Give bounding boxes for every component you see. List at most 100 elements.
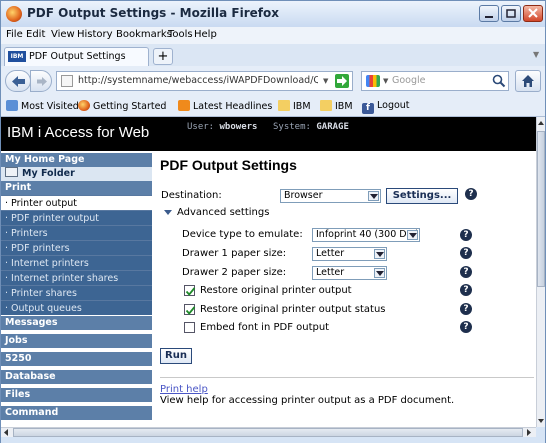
sidebar-command[interactable]: Command — [1, 406, 152, 420]
scroll-thumb[interactable] — [537, 131, 545, 287]
search-icon[interactable] — [492, 74, 506, 88]
system-label: System: — [273, 122, 311, 132]
help-icon[interactable]: ? — [465, 188, 477, 200]
close-button[interactable] — [523, 5, 543, 22]
forward-button[interactable] — [30, 70, 52, 92]
chevron-down-icon — [368, 191, 379, 201]
sidebar-jobs[interactable]: Jobs — [1, 334, 152, 348]
scroll-up-icon[interactable] — [537, 117, 545, 129]
sidebar-item-internet-printers[interactable]: · Internet printers — [1, 255, 152, 270]
brand-title: IBM i Access for Web — [7, 124, 150, 141]
forward-arrow-icon — [37, 77, 47, 86]
scroll-thumb[interactable] — [13, 428, 523, 437]
sidebar-label: Internet printers — [11, 258, 89, 269]
user-info: User: wbowers — [187, 122, 257, 132]
sidebar-item-pdf-printer-output[interactable]: · PDF printer output — [1, 210, 152, 225]
sidebar-label: PDF printer output — [11, 213, 100, 224]
bookmark-ibm-2[interactable]: IBM — [320, 100, 353, 112]
chevron-down-icon — [407, 230, 418, 240]
restore-output-checkbox[interactable] — [184, 285, 196, 296]
sidebar-item-pdf-printers[interactable]: · PDF printers — [1, 240, 152, 255]
go-button[interactable] — [335, 74, 349, 88]
bookmark-ibm-1[interactable]: IBM — [278, 100, 311, 112]
url-dropdown-icon[interactable]: ▼ — [323, 77, 328, 85]
sidebar-label: PDF printers — [11, 243, 70, 254]
help-icon[interactable]: ? — [460, 303, 472, 315]
page-content: IBM i Access for Web User: wbowers Syste… — [1, 117, 536, 427]
scroll-left-icon[interactable] — [1, 428, 11, 437]
sidebar-database[interactable]: Database — [1, 370, 152, 384]
drawer2-select[interactable]: Letter — [312, 266, 387, 280]
back-arrow-icon — [12, 76, 25, 87]
restore-status-label: Restore original printer output status — [200, 304, 386, 315]
scroll-down-icon[interactable] — [537, 415, 545, 427]
help-icon[interactable]: ? — [460, 229, 472, 241]
menu-tools[interactable]: Tools — [168, 29, 193, 40]
sidebar-item-internet-printer-shares[interactable]: · Internet printer shares — [1, 270, 152, 285]
rss-icon — [178, 100, 190, 111]
page-title: PDF Output Settings — [160, 157, 297, 173]
search-engine-dropdown-icon[interactable]: ▼ — [383, 77, 388, 85]
help-icon[interactable]: ? — [460, 284, 472, 296]
divider — [160, 377, 534, 378]
help-icon[interactable]: ? — [460, 321, 472, 333]
vertical-scrollbar[interactable] — [536, 117, 545, 427]
menu-bookmarks[interactable]: Bookmarks — [116, 29, 172, 40]
menu-edit[interactable]: Edit — [26, 29, 45, 40]
triangle-down-icon[interactable] — [164, 210, 172, 216]
back-button[interactable] — [5, 70, 31, 92]
bookmark-label: IBM — [293, 101, 311, 112]
settings-button[interactable]: Settings... — [386, 188, 458, 204]
menu-view[interactable]: View — [51, 29, 75, 40]
sidebar-my-folder[interactable]: My Folder — [1, 167, 152, 181]
home-button[interactable] — [515, 70, 541, 92]
restore-status-checkbox[interactable] — [184, 304, 196, 315]
sidebar-label: My Folder — [22, 168, 75, 179]
sidebar-print[interactable]: Print — [1, 181, 152, 195]
drawer1-select[interactable]: Letter — [312, 247, 387, 261]
bookmark-most-visited[interactable]: Most Visited — [6, 100, 79, 112]
new-tab-button[interactable]: + — [153, 48, 173, 65]
bookmark-logout[interactable]: f Logout — [362, 100, 410, 114]
tab-list-icon[interactable]: ▼ — [533, 50, 539, 59]
firefox-icon — [6, 6, 22, 22]
url-bar[interactable]: http://systemname/webaccess/iWAPDFDownlo… — [56, 71, 353, 91]
bookmark-latest-headlines[interactable]: Latest Headlines — [178, 100, 272, 112]
sidebar-item-printers[interactable]: · Printers — [1, 225, 152, 240]
sidebar-label: Output queues — [11, 303, 82, 314]
restore-output-label: Restore original printer output — [200, 285, 352, 296]
sidebar-files[interactable]: Files — [1, 388, 152, 402]
sidebar-messages[interactable]: Messages — [1, 316, 152, 330]
page-icon — [61, 75, 73, 87]
horizontal-scrollbar[interactable] — [1, 427, 536, 437]
help-icon[interactable]: ? — [460, 266, 472, 278]
menu-help[interactable]: Help — [194, 29, 217, 40]
sidebar-my-home-page[interactable]: My Home Page — [1, 153, 152, 167]
minimize-button[interactable] — [479, 5, 499, 22]
most-visited-icon — [6, 100, 18, 111]
tab-pdf-output-settings[interactable]: IBM PDF Output Settings — [4, 47, 149, 66]
advanced-settings-toggle[interactable]: Advanced settings — [177, 207, 269, 218]
device-type-select[interactable]: Infoprint 40 (300 DPI) — [312, 228, 420, 242]
run-button[interactable]: Run — [160, 348, 192, 364]
print-help-link[interactable]: Print help — [160, 384, 208, 395]
search-box[interactable]: ▼ Google — [361, 71, 509, 91]
sidebar-item-output-queues[interactable]: · Output queues — [1, 300, 152, 315]
embed-font-checkbox[interactable] — [184, 322, 195, 333]
sidebar-item-printer-shares[interactable]: · Printer shares — [1, 285, 152, 300]
sidebar-item-printer-output[interactable]: · Printer output — [1, 195, 152, 210]
bookmark-label: Getting Started — [93, 101, 167, 112]
help-icon[interactable]: ? — [460, 247, 472, 259]
navigation-bar: http://systemname/webaccess/iWAPDFDownlo… — [1, 66, 545, 97]
scroll-right-icon[interactable] — [524, 428, 534, 437]
menu-file[interactable]: File — [6, 29, 23, 40]
sidebar-label: Internet printer shares — [11, 273, 119, 284]
window-title: PDF Output Settings - Mozilla Firefox — [27, 6, 279, 20]
user-label: User: — [187, 122, 215, 132]
sidebar-5250[interactable]: 5250 — [1, 352, 152, 366]
menu-history[interactable]: History — [77, 29, 113, 40]
bookmark-getting-started[interactable]: Getting Started — [78, 100, 166, 112]
maximize-button[interactable] — [501, 5, 521, 22]
destination-label: Destination: — [161, 190, 222, 201]
destination-select[interactable]: Browser — [280, 189, 381, 203]
